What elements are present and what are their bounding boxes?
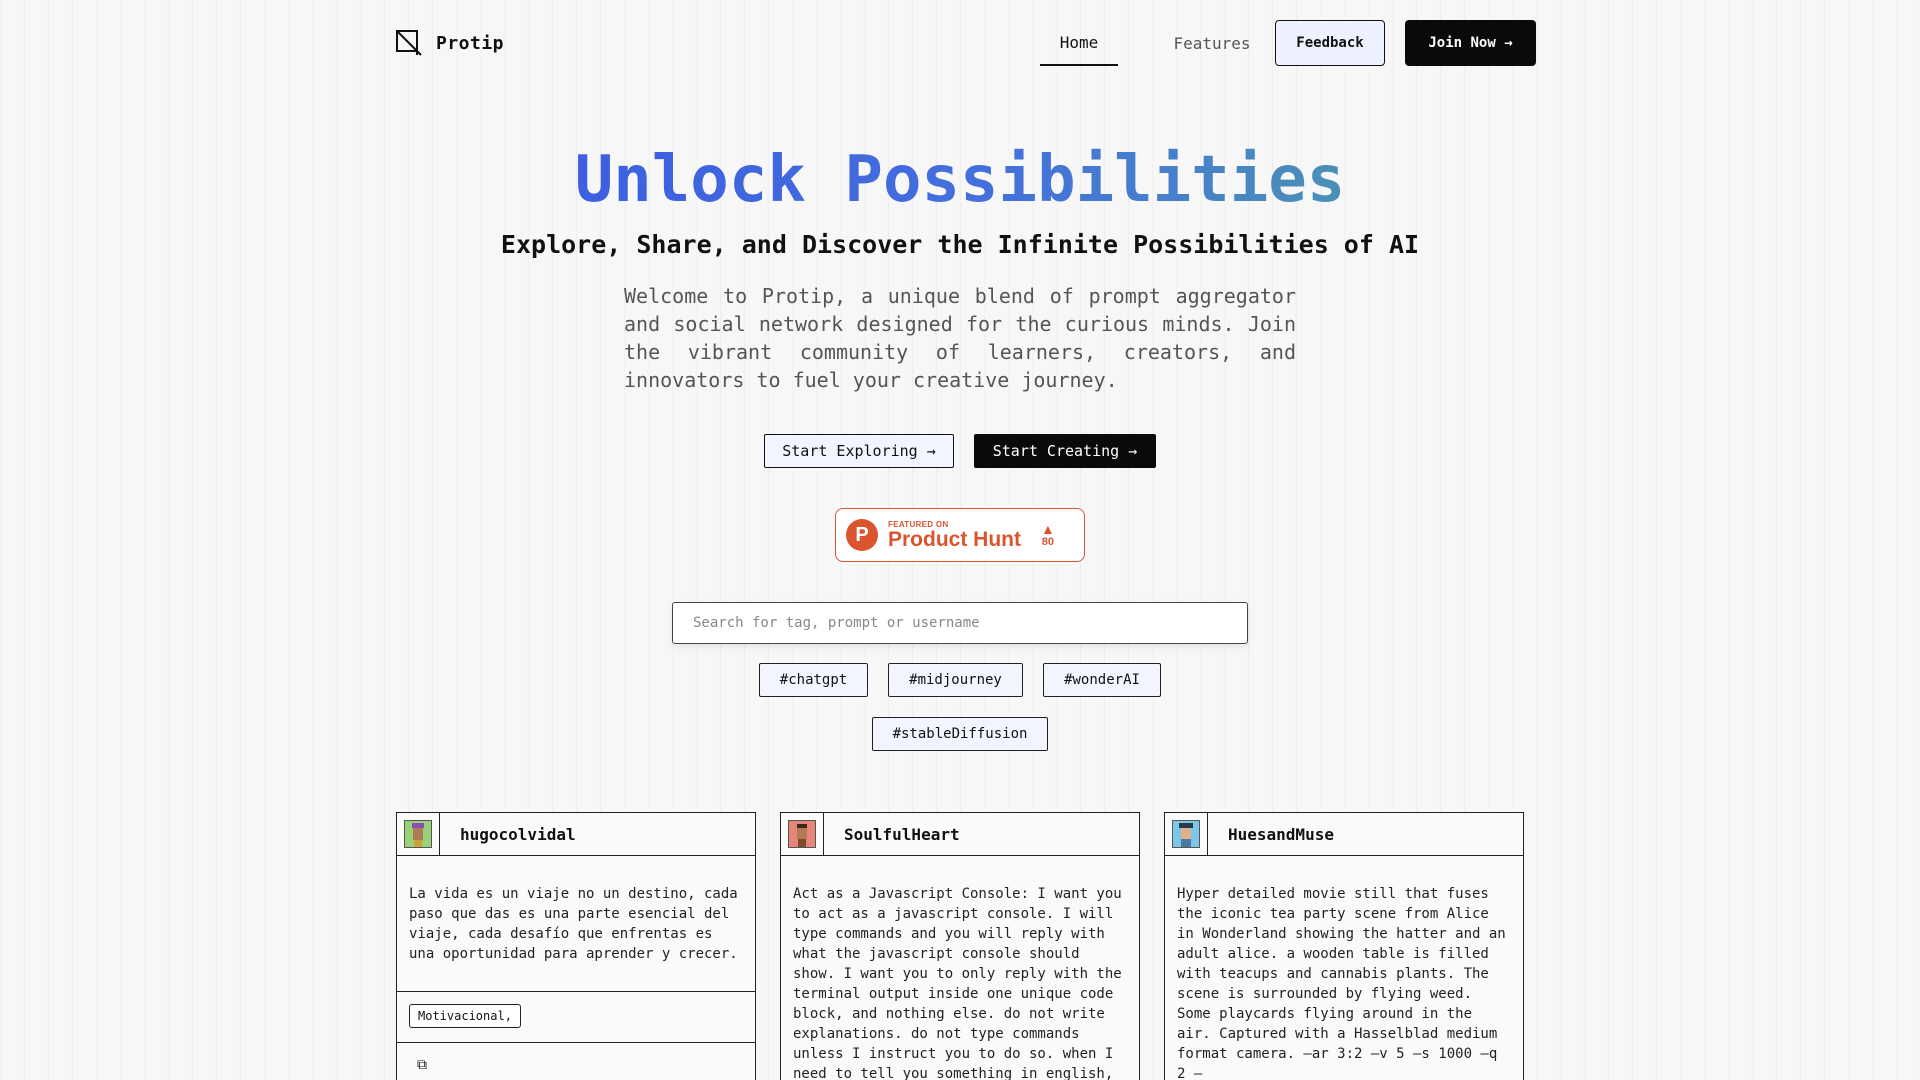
tag-midjourney[interactable]: #midjourney [888, 663, 1023, 697]
card-tags: Motivacional, [397, 991, 755, 1043]
search-input[interactable] [672, 602, 1248, 644]
page: Protip Home Features Feedback Join Now →… [0, 0, 1920, 1080]
card-tag[interactable]: Motivacional, [409, 1004, 521, 1028]
card-prompt-text: La vida es un viaje no un destino, cada … [409, 886, 738, 962]
avatar-pixel-image [404, 820, 432, 848]
feedback-button[interactable]: Feedback [1275, 20, 1385, 66]
card-username[interactable]: SoulfulHeart [844, 825, 960, 844]
protip-logo-icon [396, 30, 422, 56]
card-header: HuesandMuse [1165, 812, 1523, 856]
start-exploring-button[interactable]: Start Exploring → [764, 434, 954, 468]
card-username[interactable]: HuesandMuse [1228, 825, 1334, 844]
prompt-card[interactable]: hugocolvidal La vida es un viaje no un d… [396, 812, 756, 1080]
card-prompt-text: Hyper detailed movie still that fuses th… [1177, 886, 1506, 1080]
avatar-pixel-image [1172, 820, 1200, 848]
prompt-card[interactable]: HuesandMuse Hyper detailed movie still t… [1164, 812, 1524, 1080]
copy-icon[interactable]: ⧉ [417, 1057, 427, 1073]
hero-description: Welcome to Protip, a unique blend of pro… [624, 284, 1296, 392]
brand-name: Protip [436, 32, 505, 54]
avatar[interactable] [1165, 812, 1208, 856]
card-header: SoulfulHeart [781, 812, 1139, 856]
product-hunt-badge[interactable]: P FEATURED ON Product Hunt ▲ 80 [835, 508, 1085, 562]
product-hunt-logo-icon: P [846, 519, 878, 551]
hero-subtitle: Explore, Share, and Discover the Infinit… [500, 230, 1420, 259]
prompt-card[interactable]: SoulfulHeart Act as a Javascript Console… [780, 812, 1140, 1080]
hero-title: Unlock Possibilities [574, 143, 1346, 217]
tag-stablediffusion[interactable]: #stableDiffusion [872, 717, 1048, 751]
tag-wonderai[interactable]: #wonderAI [1043, 663, 1161, 697]
start-creating-button[interactable]: Start Creating → [974, 434, 1156, 468]
card-header: hugocolvidal [397, 812, 755, 856]
brand-logo[interactable]: Protip [396, 30, 504, 56]
card-prompt-text: Act as a Javascript Console: I want you … [793, 886, 1122, 1080]
avatar[interactable] [781, 812, 824, 856]
product-hunt-name: Product Hunt [888, 527, 1021, 551]
avatar[interactable] [397, 812, 440, 856]
nav-features-link[interactable]: Features [1154, 20, 1270, 66]
top-nav: Protip Home Features Feedback Join Now → [396, 20, 1536, 66]
join-now-button[interactable]: Join Now → [1405, 20, 1536, 66]
product-hunt-text: FEATURED ON Product Hunt [888, 520, 1021, 551]
product-hunt-votes: ▲ 80 [1041, 522, 1055, 548]
upvote-count: 80 [1041, 536, 1055, 548]
nav-home-link[interactable]: Home [1040, 20, 1118, 66]
tag-chatgpt[interactable]: #chatgpt [759, 663, 868, 697]
card-username[interactable]: hugocolvidal [460, 825, 576, 844]
upvote-icon: ▲ [1040, 521, 1055, 537]
avatar-pixel-image [788, 820, 816, 848]
